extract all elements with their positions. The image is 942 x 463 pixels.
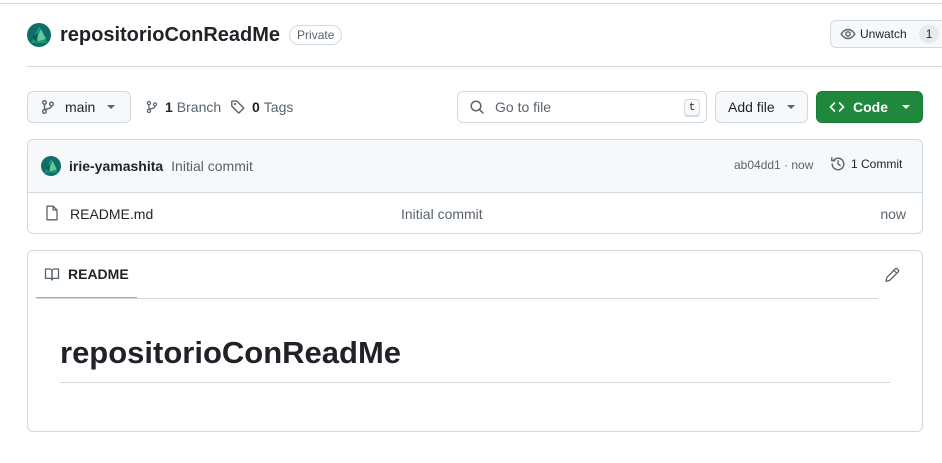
repo-header: repositorioConReadMe Private <box>27 20 343 50</box>
eye-icon <box>840 26 856 42</box>
book-icon <box>44 266 60 282</box>
chevron-down-icon <box>902 105 910 109</box>
file-name[interactable]: README.md <box>70 206 153 222</box>
unwatch-label: Unwatch <box>860 27 907 41</box>
commit-hash-time[interactable]: ab04dd1 · now <box>734 158 813 172</box>
readme-panel: README repositorioConReadMe <box>27 250 923 432</box>
git-branch-icon <box>40 99 56 115</box>
top-border <box>0 0 942 4</box>
latest-commit-row: irie-yamashita Initial commit ab04dd1 · … <box>28 140 922 193</box>
branch-count: 1 <box>165 99 173 115</box>
owner-avatar[interactable] <box>27 23 51 47</box>
readme-tab[interactable]: README <box>36 251 137 299</box>
tags-link[interactable]: 0 Tags <box>230 91 293 123</box>
watch-count: 1 <box>918 25 940 43</box>
tag-icon <box>230 99 246 115</box>
commit-author[interactable]: irie-yamashita <box>69 158 163 174</box>
heading-rule <box>60 382 890 383</box>
file-commit-message[interactable]: Initial commit <box>401 206 483 222</box>
tag-label: Tags <box>263 99 294 115</box>
code-label: Code <box>853 99 888 115</box>
author-avatar[interactable] <box>41 156 61 176</box>
shortcut-hint: t <box>684 99 700 117</box>
file-listing: irie-yamashita Initial commit ab04dd1 · … <box>27 139 923 234</box>
branch-label: Branch <box>176 99 222 115</box>
branch-name: main <box>65 99 96 115</box>
commit-count: 1 Commit <box>851 157 903 171</box>
chevron-down-icon <box>107 105 116 109</box>
file-commit-time: now <box>880 206 906 222</box>
commit-message[interactable]: Initial commit <box>171 158 253 174</box>
readme-tab-label: README <box>68 266 129 282</box>
pencil-icon[interactable] <box>884 267 900 283</box>
header-divider <box>27 66 942 67</box>
branch-select-button[interactable]: main <box>27 91 131 123</box>
chevron-down-icon <box>786 105 795 109</box>
go-to-file-input[interactable] <box>495 99 665 115</box>
code-icon <box>829 99 845 115</box>
go-to-file-field[interactable]: t <box>457 91 707 123</box>
add-file-label: Add file <box>728 99 775 115</box>
unwatch-button[interactable]: Unwatch 1 <box>830 20 942 48</box>
git-branch-icon <box>145 99 159 115</box>
file-icon <box>45 205 59 221</box>
history-icon <box>830 156 846 172</box>
add-file-button[interactable]: Add file <box>715 91 808 123</box>
file-row[interactable]: README.md Initial commit now <box>28 193 922 233</box>
readme-header-divider <box>36 298 878 299</box>
branches-link[interactable]: 1 Branch <box>145 91 221 123</box>
search-icon <box>469 99 485 115</box>
commit-history-link[interactable]: 1 Commit <box>830 156 902 172</box>
readme-heading: repositorioConReadMe <box>60 335 402 370</box>
tag-count: 0 <box>252 99 260 115</box>
visibility-badge: Private <box>289 25 343 45</box>
repo-name[interactable]: repositorioConReadMe <box>60 24 280 47</box>
code-button[interactable]: Code <box>816 91 923 123</box>
